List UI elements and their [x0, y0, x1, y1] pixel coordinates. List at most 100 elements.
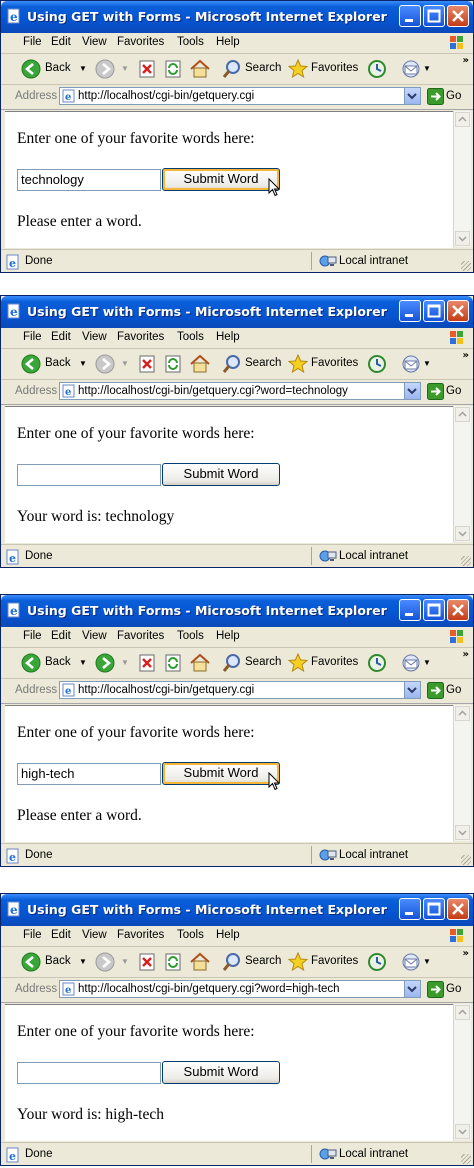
address-field[interactable]: e http://localhost/cgi-bin/getquery.cgi?…: [59, 382, 421, 400]
minimize-button[interactable]: [399, 599, 421, 621]
vertical-scrollbar[interactable]: [453, 705, 471, 841]
menu-view[interactable]: View: [82, 331, 107, 343]
maximize-button[interactable]: [423, 5, 445, 27]
address-field[interactable]: e http://localhost/cgi-bin/getquery.cgi: [59, 87, 421, 105]
vertical-scrollbar[interactable]: [453, 111, 471, 247]
forward-dropdown-icon[interactable]: ▼: [121, 957, 129, 966]
maximize-button[interactable]: [423, 898, 445, 920]
toolbar-chevron-icon[interactable]: »: [463, 948, 469, 959]
favorites-star-icon[interactable]: [288, 354, 308, 374]
menu-edit[interactable]: Edit: [51, 331, 71, 343]
toolbar-chevron-icon[interactable]: »: [463, 649, 469, 660]
search-icon[interactable]: [222, 653, 242, 673]
back-dropdown-icon[interactable]: ▼: [79, 359, 87, 368]
scroll-down-button[interactable]: [455, 1124, 470, 1139]
back-button[interactable]: Back: [45, 955, 71, 967]
refresh-icon[interactable]: [164, 952, 182, 972]
minimize-button[interactable]: [399, 300, 421, 322]
back-arrow-icon[interactable]: [21, 653, 41, 673]
go-button[interactable]: Go: [446, 983, 461, 995]
mail-icon[interactable]: [401, 354, 421, 374]
toolbar-chevron-icon[interactable]: »: [463, 55, 469, 66]
scroll-up-button[interactable]: [455, 1005, 470, 1020]
go-button[interactable]: Go: [446, 385, 461, 397]
go-arrow-icon[interactable]: [427, 88, 444, 105]
favorites-button[interactable]: Favorites: [311, 656, 358, 668]
stop-icon[interactable]: [138, 354, 156, 374]
mail-dropdown-icon[interactable]: ▼: [423, 957, 431, 966]
maximize-button[interactable]: [423, 300, 445, 322]
scroll-down-button[interactable]: [455, 526, 470, 541]
favorites-button[interactable]: Favorites: [311, 955, 358, 967]
back-button[interactable]: Back: [45, 357, 71, 369]
menu-help[interactable]: Help: [216, 36, 240, 48]
resize-grip[interactable]: [461, 556, 471, 566]
history-icon[interactable]: [366, 354, 388, 374]
mail-icon[interactable]: [401, 952, 421, 972]
refresh-icon[interactable]: [164, 653, 182, 673]
stop-icon[interactable]: [138, 653, 156, 673]
search-button[interactable]: Search: [245, 357, 281, 369]
menu-file[interactable]: File: [23, 331, 42, 343]
search-button[interactable]: Search: [245, 656, 281, 668]
scroll-up-button[interactable]: [455, 407, 470, 422]
go-button[interactable]: Go: [446, 90, 461, 102]
menu-favorites[interactable]: Favorites: [117, 331, 164, 343]
refresh-icon[interactable]: [164, 59, 182, 79]
menu-edit[interactable]: Edit: [51, 630, 71, 642]
scroll-up-button[interactable]: [455, 112, 470, 127]
vertical-scrollbar[interactable]: [453, 1004, 471, 1140]
submit-word-button[interactable]: Submit Word: [162, 1061, 280, 1084]
mail-dropdown-icon[interactable]: ▼: [423, 359, 431, 368]
title-bar[interactable]: e Using GET with Forms - Microsoft Inter…: [1, 296, 473, 328]
address-dropdown-button[interactable]: [404, 682, 420, 698]
forward-arrow-icon[interactable]: [95, 952, 115, 972]
search-icon[interactable]: [222, 59, 242, 79]
word-input[interactable]: [17, 464, 161, 486]
resize-grip[interactable]: [461, 1154, 471, 1164]
forward-dropdown-icon[interactable]: ▼: [121, 359, 129, 368]
search-button[interactable]: Search: [245, 62, 281, 74]
resize-grip[interactable]: [461, 261, 471, 271]
minimize-button[interactable]: [399, 5, 421, 27]
go-arrow-icon[interactable]: [427, 981, 444, 998]
search-icon[interactable]: [222, 354, 242, 374]
menu-view[interactable]: View: [82, 929, 107, 941]
resize-grip[interactable]: [461, 855, 471, 865]
search-button[interactable]: Search: [245, 955, 281, 967]
maximize-button[interactable]: [423, 599, 445, 621]
address-field[interactable]: e http://localhost/cgi-bin/getquery.cgi: [59, 681, 421, 699]
home-icon[interactable]: [189, 952, 211, 972]
close-button[interactable]: [447, 599, 469, 621]
mail-dropdown-icon[interactable]: ▼: [423, 658, 431, 667]
home-icon[interactable]: [189, 59, 211, 79]
forward-arrow-icon[interactable]: [95, 59, 115, 79]
close-button[interactable]: [447, 300, 469, 322]
minimize-button[interactable]: [399, 898, 421, 920]
history-icon[interactable]: [366, 653, 388, 673]
favorites-button[interactable]: Favorites: [311, 62, 358, 74]
search-icon[interactable]: [222, 952, 242, 972]
menu-view[interactable]: View: [82, 630, 107, 642]
back-button[interactable]: Back: [45, 656, 71, 668]
title-bar[interactable]: e Using GET with Forms - Microsoft Inter…: [1, 595, 473, 627]
menu-edit[interactable]: Edit: [51, 929, 71, 941]
menu-file[interactable]: File: [23, 929, 42, 941]
close-button[interactable]: [447, 5, 469, 27]
address-field[interactable]: e http://localhost/cgi-bin/getquery.cgi?…: [59, 980, 421, 998]
address-dropdown-button[interactable]: [404, 88, 420, 104]
menu-help[interactable]: Help: [216, 331, 240, 343]
forward-arrow-icon[interactable]: [95, 354, 115, 374]
forward-dropdown-icon[interactable]: ▼: [121, 64, 129, 73]
forward-dropdown-icon[interactable]: ▼: [121, 658, 129, 667]
toolbar-chevron-icon[interactable]: »: [463, 350, 469, 361]
history-icon[interactable]: [366, 59, 388, 79]
back-dropdown-icon[interactable]: ▼: [79, 64, 87, 73]
scroll-up-button[interactable]: [455, 706, 470, 721]
menu-tools[interactable]: Tools: [177, 36, 204, 48]
close-button[interactable]: [447, 898, 469, 920]
back-button[interactable]: Back: [45, 62, 71, 74]
home-icon[interactable]: [189, 653, 211, 673]
menu-tools[interactable]: Tools: [177, 929, 204, 941]
menu-tools[interactable]: Tools: [177, 630, 204, 642]
